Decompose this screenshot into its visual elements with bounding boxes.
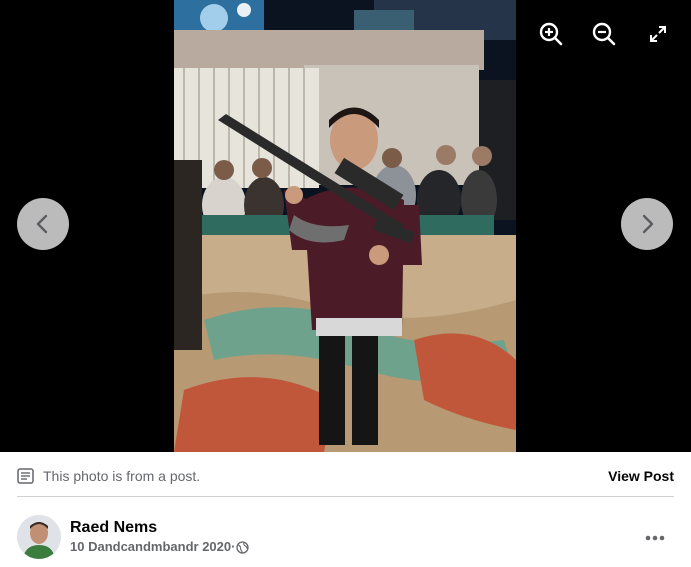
photo-image [174,0,516,452]
post-source-note: This photo is from a post. View Post [17,466,674,486]
zoom-out-icon [592,22,616,46]
post-date[interactable]: 10 Dandcandmbandr 2020 [70,538,231,556]
zoom-in-icon [539,22,563,46]
avatar-image [17,515,61,559]
globe-icon [236,540,250,554]
zoom-out-button[interactable] [588,18,620,50]
chevron-right-icon [642,214,654,234]
zoom-in-button[interactable] [535,18,567,50]
photo-viewer [0,0,691,452]
post-note-text: This photo is from a post. [43,468,201,484]
author-text: Raed Nems 10 Dandcandmbandr 2020 · [70,518,250,556]
author-block: Raed Nems 10 Dandcandmbandr 2020 · [17,515,250,559]
post-icon [17,468,34,484]
more-options-button[interactable] [637,524,673,552]
fullscreen-button[interactable] [642,18,674,50]
chevron-left-icon [36,214,48,234]
author-name[interactable]: Raed Nems [70,518,249,538]
post-meta: 10 Dandcandmbandr 2020 · [70,538,250,556]
meta-separator: · [231,539,236,554]
avatar[interactable] [17,515,61,559]
more-options-icon [645,535,665,541]
fullscreen-icon [650,26,666,42]
view-post-link[interactable]: View Post [608,468,674,484]
next-photo-button[interactable] [621,198,673,250]
post-photo[interactable] [174,0,516,452]
photo-info-panel: This photo is from a post. View Post Rae… [0,452,691,567]
divider [17,496,674,497]
previous-photo-button[interactable] [17,198,69,250]
